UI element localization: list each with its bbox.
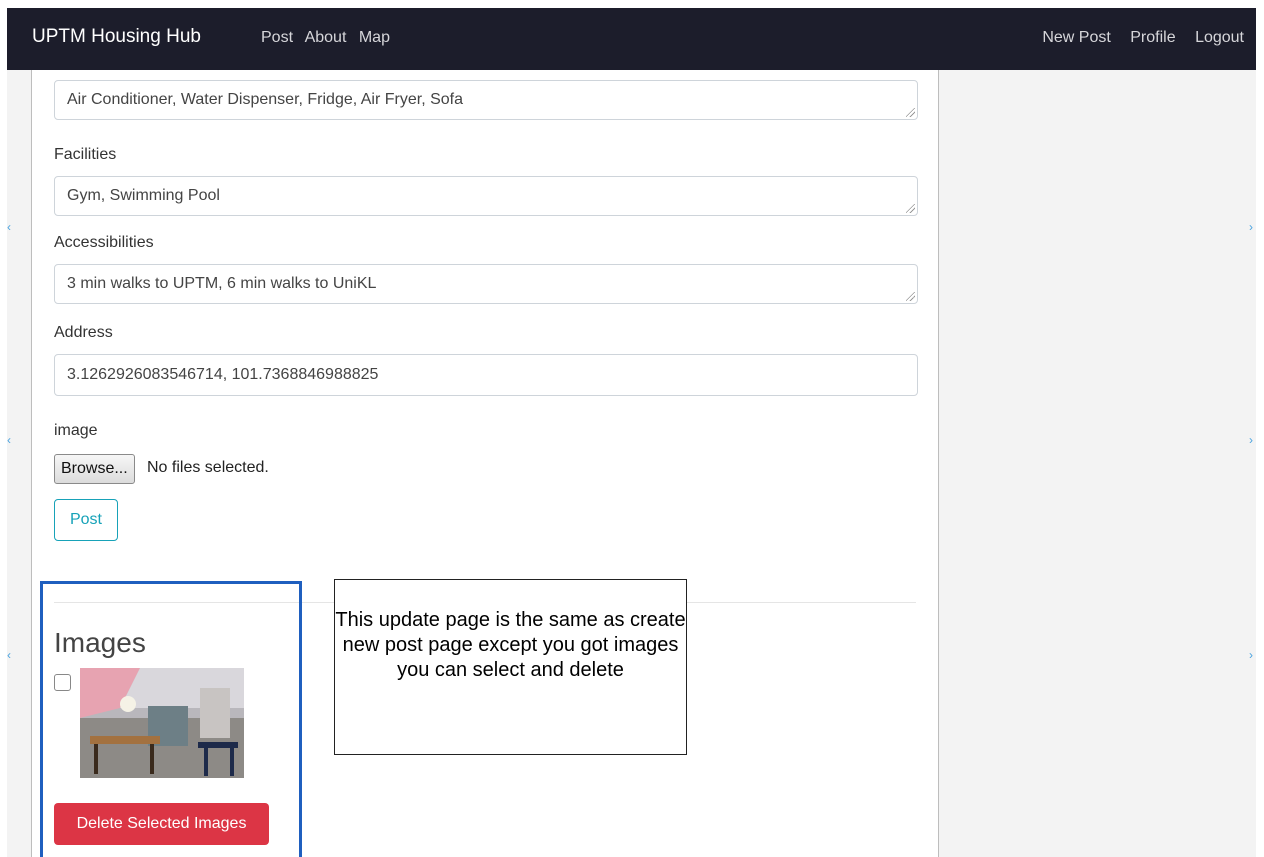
facilities-label: Facilities [54,146,117,163]
annotation-highlight-box [40,581,302,857]
accessibilities-value: 3 min walks to UPTM, 6 min walks to UniK… [67,275,377,292]
facilities-value: Gym, Swimming Pool [67,187,220,204]
nav-link-profile[interactable]: Profile [1130,29,1175,46]
address-label: Address [54,324,113,341]
nav-link-about[interactable]: About [305,29,347,46]
nav-link-logout[interactable]: Logout [1195,29,1244,46]
brand-logo[interactable]: UPTM Housing Hub [32,26,201,48]
address-value: 3.1262926083546714, 101.7368846988825 [67,366,379,383]
nav-link-new-post[interactable]: New Post [1042,29,1110,46]
nav-link-post[interactable]: Post [261,29,293,46]
chevron-right-icon: › [1249,220,1253,234]
image-label: image [54,422,98,439]
annotation-callout: This update page is the same as create n… [334,579,687,755]
amenities-value: Air Conditioner, Water Dispenser, Fridge… [67,91,464,108]
nav-link-map[interactable]: Map [359,29,390,46]
resize-grip-icon[interactable] [906,292,915,301]
chevron-left-icon: ‹ [7,648,11,662]
nav-right: New Post Profile Logout [1027,29,1244,47]
resize-grip-icon[interactable] [906,108,915,117]
chevron-left-icon: ‹ [7,220,11,234]
accessibilities-label: Accessibilities [54,234,154,251]
chevron-right-icon: › [1249,648,1253,662]
resize-grip-icon[interactable] [906,204,915,213]
chevron-right-icon: › [1249,433,1253,447]
navbar: UPTM Housing Hub Post About Map New Post… [7,8,1256,70]
nav-left: Post About Map [261,29,398,47]
file-status-text: No files selected. [147,459,269,476]
address-input[interactable]: 3.1262926083546714, 101.7368846988825 [54,354,918,396]
post-button[interactable]: Post [54,499,118,541]
browse-button[interactable]: Browse... [54,454,135,484]
facilities-textarea[interactable]: Gym, Swimming Pool [54,176,918,216]
amenities-textarea[interactable]: Air Conditioner, Water Dispenser, Fridge… [54,80,918,120]
page-canvas: UPTM Housing Hub Post About Map New Post… [7,8,1256,857]
chevron-left-icon: ‹ [7,433,11,447]
accessibilities-textarea[interactable]: 3 min walks to UPTM, 6 min walks to UniK… [54,264,918,304]
